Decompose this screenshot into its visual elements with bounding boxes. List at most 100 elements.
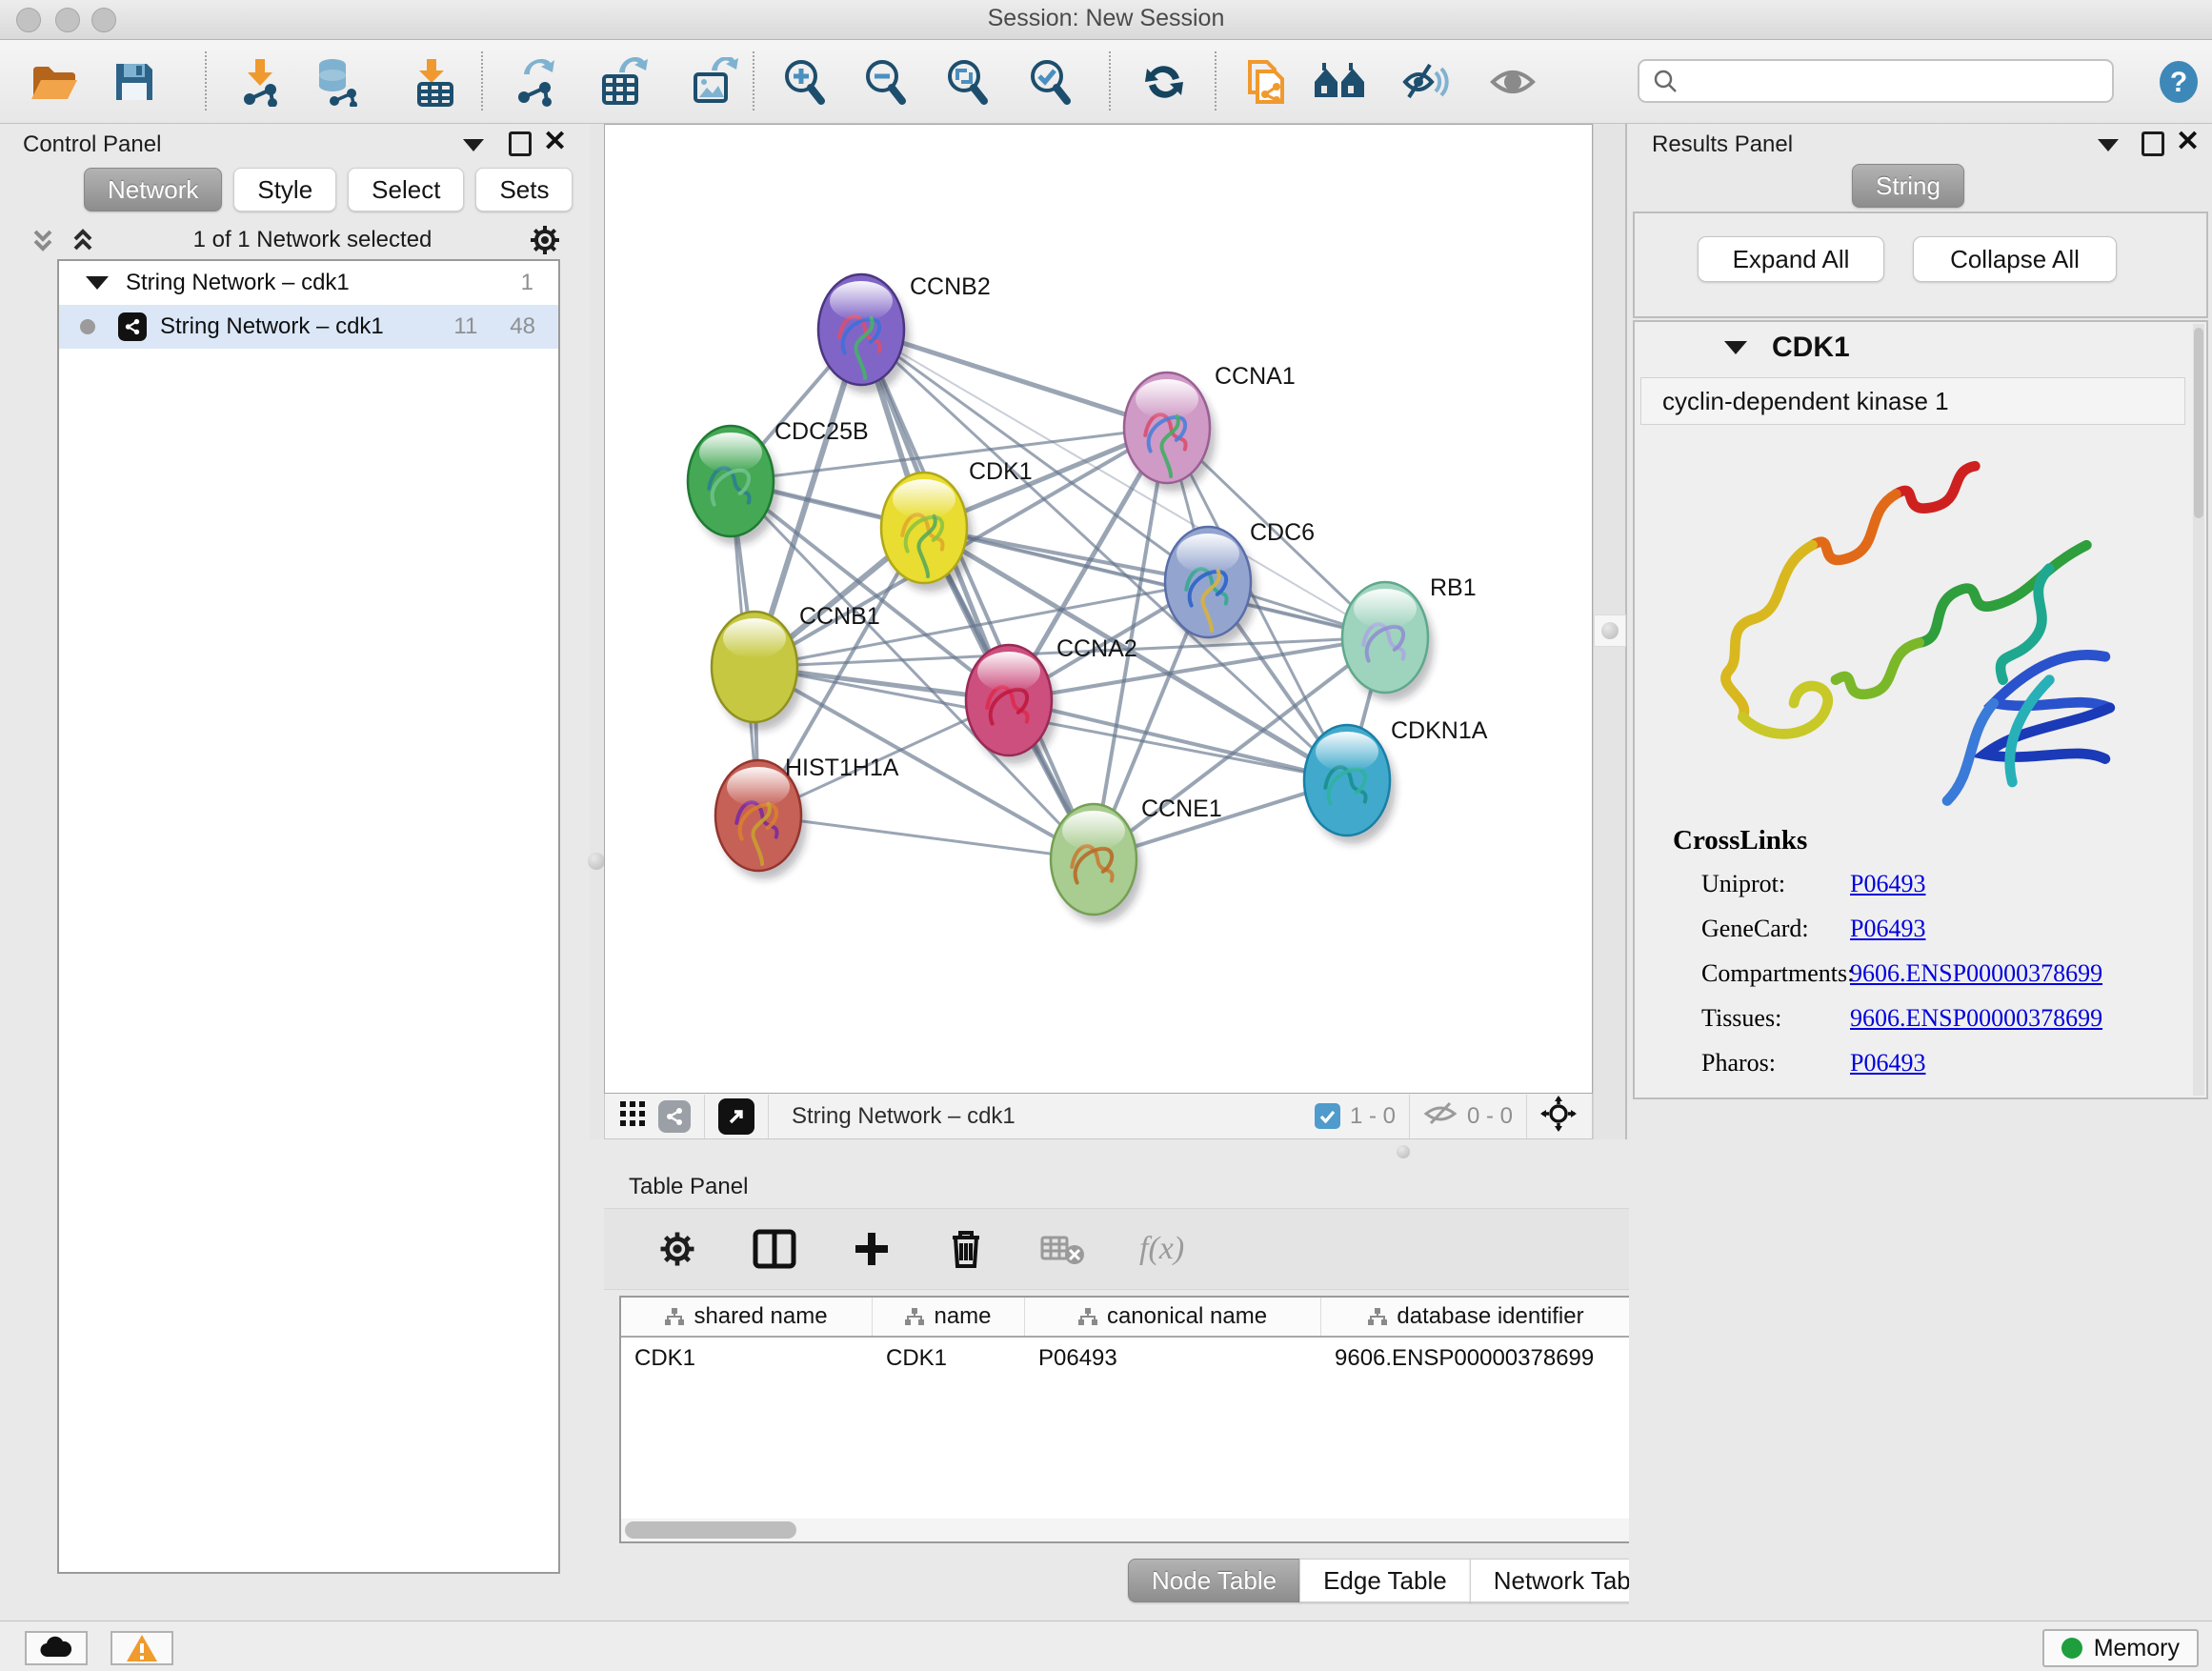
memory-status-dot <box>2061 1638 2082 1659</box>
right-splitter-grip[interactable] <box>1594 614 1626 647</box>
column-header-canonical-name[interactable]: canonical name <box>1025 1298 1321 1336</box>
table-gear-icon[interactable] <box>657 1229 697 1269</box>
tab-style[interactable]: Style <box>233 168 336 211</box>
collapse-all-button[interactable]: Collapse All <box>1913 236 2117 282</box>
show-all-icon[interactable] <box>1485 54 1540 110</box>
left-splitter-grip[interactable] <box>588 853 605 870</box>
network-type-badge-icon[interactable] <box>658 1100 691 1133</box>
compartments-link[interactable]: 9606.ENSP00000378699 <box>1850 959 2102 988</box>
delete-column-icon[interactable] <box>947 1228 985 1270</box>
network-edge-HIST1H1A-CCNE1[interactable] <box>758 815 1094 859</box>
hide-selected-icon[interactable] <box>1398 54 1454 110</box>
tab-edge-table[interactable]: Edge Table <box>1299 1559 1471 1602</box>
network-status-dot <box>80 319 95 334</box>
string-network-badge-icon <box>118 312 147 341</box>
column-header-shared-name[interactable]: shared name <box>621 1298 873 1336</box>
network-node-CDKN1A[interactable] <box>1304 725 1396 844</box>
results-panel-menu-caret-icon[interactable] <box>2098 139 2119 151</box>
results-panel-float-icon[interactable] <box>2142 131 2164 156</box>
results-panel-title: Results Panel <box>1652 131 1793 158</box>
tab-node-table[interactable]: Node Table <box>1128 1559 1300 1602</box>
import-network-database-icon[interactable] <box>309 54 364 110</box>
protein-collapse-caret-icon[interactable] <box>1724 341 1747 354</box>
results-panel-close-icon[interactable]: ✕ <box>2176 130 2200 154</box>
node-label-CCNB2: CCNB2 <box>910 273 991 300</box>
export-image-icon[interactable] <box>687 54 742 110</box>
string-query-icon[interactable] <box>1312 54 1367 110</box>
memory-button[interactable]: Memory <box>2042 1629 2199 1667</box>
node-label-CDC25B: CDC25B <box>774 418 869 445</box>
import-network-file-icon[interactable] <box>232 54 288 110</box>
network-node-CDK1[interactable] <box>881 473 973 592</box>
network-collection-row[interactable]: String Network – cdk1 1 <box>59 261 558 305</box>
toolbar-separator <box>753 51 754 111</box>
tab-network[interactable]: Network <box>84 168 222 211</box>
network-canvas[interactable]: CCNB2CCNA1CDC25BCDK1CDC6RB1CCNB1CCNA2CDK… <box>604 124 1593 1094</box>
node-label-HIST1H1A: HIST1H1A <box>785 755 899 781</box>
refresh-icon[interactable] <box>1136 54 1192 110</box>
genecard-link[interactable]: P06493 <box>1850 915 1925 943</box>
expand-all-icon[interactable] <box>69 226 97 254</box>
network-node-CCNB1[interactable] <box>712 612 803 731</box>
column-header-database-identifier[interactable]: database identifier <box>1321 1298 1632 1336</box>
tree-expand-caret-icon[interactable] <box>86 276 109 290</box>
hidden-items-eye-icon <box>1423 1100 1458 1132</box>
export-table-icon[interactable] <box>596 54 652 110</box>
expand-all-button[interactable]: Expand All <box>1698 236 1884 282</box>
network-node-CCNE1[interactable] <box>1051 804 1142 923</box>
zoom-in-icon[interactable] <box>777 54 833 110</box>
pharos-link[interactable]: P06493 <box>1850 1049 1925 1077</box>
save-session-icon[interactable] <box>107 54 162 110</box>
network-view-toolbar: String Network – cdk1 1 - 0 0 - 0 <box>604 1094 1593 1139</box>
clear-table-icon[interactable] <box>1040 1232 1084 1266</box>
selected-items-checkbox-icon[interactable] <box>1315 1103 1340 1129</box>
node-label-CDC6: CDC6 <box>1250 519 1315 546</box>
network-node-CCNB2[interactable] <box>818 274 910 393</box>
network-node-CDC6[interactable] <box>1165 527 1257 646</box>
control-panel-menu-caret-icon[interactable] <box>463 139 484 151</box>
clone-network-icon[interactable] <box>1239 54 1295 110</box>
tab-string-results[interactable]: String <box>1852 164 1964 208</box>
network-options-gear-icon[interactable] <box>528 223 562 257</box>
control-panel-float-icon[interactable] <box>509 131 532 156</box>
function-builder-icon[interactable]: f(x) <box>1139 1231 1184 1267</box>
network-collection-label: String Network – cdk1 <box>126 270 521 296</box>
warning-icon <box>126 1634 158 1662</box>
import-table-file-icon[interactable] <box>407 54 462 110</box>
results-vertical-scrollbar[interactable] <box>2193 324 2204 1096</box>
horizontal-splitter-grip[interactable] <box>1397 1145 1410 1158</box>
search-input[interactable] <box>1687 62 2112 100</box>
network-node-CDC25B[interactable] <box>688 426 779 545</box>
show-columns-icon[interactable] <box>753 1229 796 1269</box>
birds-eye-grid-icon[interactable] <box>620 1101 645 1131</box>
fit-crosshair-icon[interactable] <box>1540 1096 1577 1137</box>
node-label-CDKN1A: CDKN1A <box>1391 717 1488 744</box>
network-row[interactable]: String Network – cdk1 11 48 <box>59 305 558 349</box>
collapse-all-icon[interactable] <box>29 226 57 254</box>
network-node-RB1[interactable] <box>1342 582 1434 701</box>
uniprot-link[interactable]: P06493 <box>1850 870 1925 898</box>
tissues-link[interactable]: 9606.ENSP00000378699 <box>1850 1004 2102 1033</box>
zoom-selected-icon[interactable] <box>1023 54 1078 110</box>
node-label-CCNA2: CCNA2 <box>1056 635 1137 662</box>
zoom-out-icon[interactable] <box>858 54 914 110</box>
control-panel-close-icon[interactable]: ✕ <box>543 130 567 154</box>
network-node-CCNA2[interactable] <box>966 645 1057 764</box>
warning-button[interactable] <box>111 1631 173 1665</box>
cloud-button[interactable] <box>25 1631 88 1665</box>
protein-name: CDK1 <box>1772 332 1850 364</box>
protein-description: cyclin-dependent kinase 1 <box>1640 377 2185 425</box>
network-edge-CCNA2-CDKN1A[interactable] <box>1009 700 1347 780</box>
export-network-icon[interactable] <box>509 54 564 110</box>
column-header-name[interactable]: name <box>873 1298 1025 1336</box>
open-session-icon[interactable] <box>27 54 82 110</box>
open-in-window-icon[interactable] <box>718 1098 754 1135</box>
tab-sets[interactable]: Sets <box>475 168 573 211</box>
left-splitter[interactable] <box>590 124 604 1139</box>
network-graph[interactable]: CCNB2CCNA1CDC25BCDK1CDC6RB1CCNB1CCNA2CDK… <box>605 125 1592 1093</box>
add-column-icon[interactable] <box>852 1229 892 1269</box>
tab-select[interactable]: Select <box>348 168 464 211</box>
zoom-fit-icon[interactable] <box>940 54 995 110</box>
help-icon[interactable]: ? <box>2151 54 2206 110</box>
network-node-count: 11 <box>453 313 477 340</box>
